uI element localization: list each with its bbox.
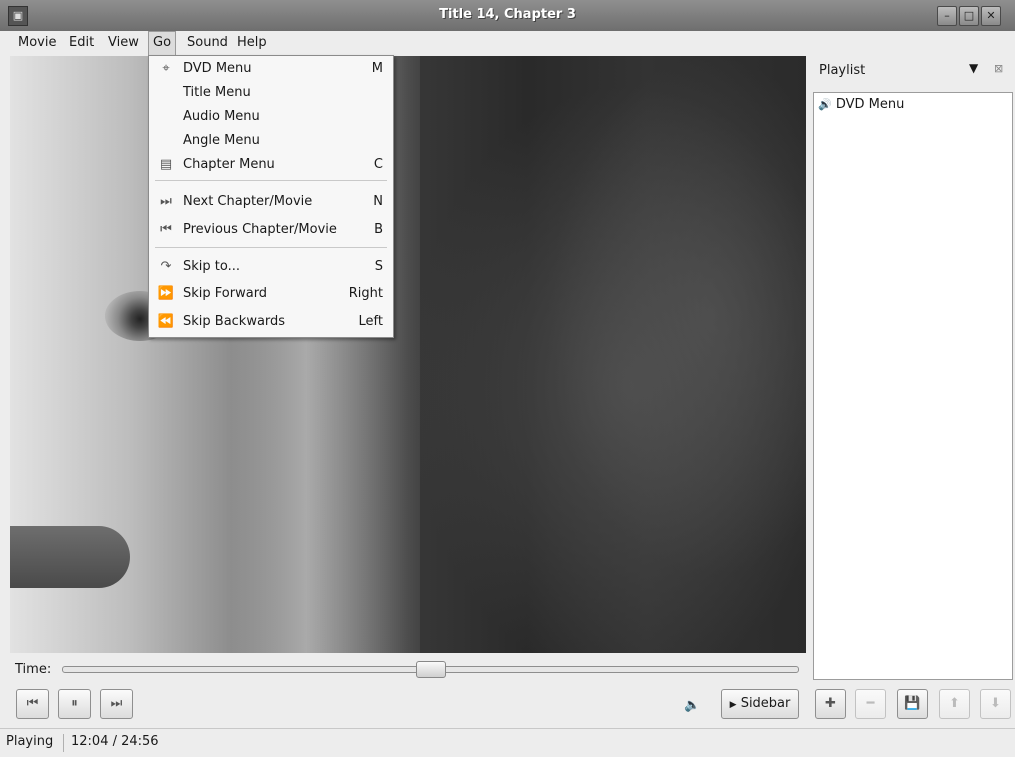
menu-item-label: Skip Forward [183,286,268,301]
menu-item-label: Previous Chapter/Movie [183,222,337,237]
video-frame-lips [10,526,130,588]
pause-button[interactable]: ⏸ [58,689,91,719]
menu-item-label: Skip to... [183,259,240,274]
go-menu-dropdown: ⌖ DVD Menu M Title Menu Audio Menu Angle… [148,55,394,338]
menu-movie[interactable]: Movie [14,31,60,54]
skip-forward-icon: ⏩ [157,286,175,301]
status-bar: Playing 12:04 / 24:56 [0,728,1015,757]
menu-sound[interactable]: Sound [183,31,232,54]
menu-view[interactable]: View [104,31,143,54]
menu-item-audio-menu[interactable]: Audio Menu [149,105,393,129]
sidebar-button-label: Sidebar [740,696,791,711]
minus-icon: ━ [866,696,875,711]
menu-separator [155,180,387,181]
menu-item-skip-backwards[interactable]: ⏪ Skip Backwards Left [149,310,393,334]
triangle-right-icon: ▶ [729,700,737,710]
status-state: Playing [6,734,54,749]
skip-to-icon: ↷ [160,259,172,274]
arrow-up-icon: ⬆ [949,696,960,711]
menu-item-accel: N [373,194,383,209]
menu-item-accel: Left [358,314,383,329]
playlist-item-label: DVD Menu [835,97,905,112]
next-icon: ⏭ [110,696,123,711]
menu-item-chapter-menu[interactable]: ▤ Chapter Menu C [149,153,393,177]
menu-item-dvd-menu[interactable]: ⌖ DVD Menu M [149,57,393,81]
pause-icon: ⏸ [71,696,78,711]
sidebar-dropdown-icon[interactable]: ▼ [969,61,978,75]
sidebar-title: Playlist [819,63,866,78]
menu-item-accel: M [371,61,383,76]
menu-item-accel: Right [348,286,383,301]
previous-chapter-icon: ⏮ [160,222,172,237]
dvd-menu-icon: ⌖ [162,61,170,76]
arrow-down-icon: ⬇ [990,696,1001,711]
maximize-button[interactable]: □ [959,6,979,26]
minimize-button[interactable]: – [937,6,957,26]
save-icon: 💾 [904,696,921,711]
seek-thumb[interactable] [416,661,446,678]
move-down-button[interactable]: ⬇ [980,689,1011,719]
menu-item-label: Next Chapter/Movie [183,194,313,209]
move-up-button[interactable]: ⬆ [939,689,970,719]
previous-icon: ⏮ [26,696,39,711]
skip-backwards-icon: ⏪ [157,314,175,329]
menu-item-label: Angle Menu [183,133,260,148]
menu-item-skip-forward[interactable]: ⏩ Skip Forward Right [149,282,393,306]
window-title: Title 14, Chapter 3 [439,7,576,22]
next-button[interactable]: ⏭ [100,689,133,719]
save-playlist-button[interactable]: 💾 [897,689,928,719]
menu-go[interactable]: Go [148,31,177,55]
plus-icon: ✚ [825,696,836,711]
menu-item-label: Chapter Menu [183,157,275,172]
menu-item-label: Audio Menu [183,109,260,124]
status-divider [63,734,64,752]
previous-button[interactable]: ⏮ [16,689,49,719]
menu-item-accel: C [373,157,383,172]
add-button[interactable]: ✚ [815,689,846,719]
sidebar-header: Playlist ▼ ⊠ [813,56,1013,86]
menu-item-accel: B [374,222,383,237]
menu-item-title-menu[interactable]: Title Menu [149,81,393,105]
status-time: 12:04 / 24:56 [71,734,159,749]
sidebar-close-icon[interactable]: ⊠ [994,62,1003,75]
volume-icon[interactable]: 🔈 [684,698,700,713]
playlist-item[interactable]: 🔊 DVD Menu [818,97,904,112]
chapter-menu-icon: ▤ [159,157,173,172]
menu-item-next-chapter[interactable]: ⏭ Next Chapter/Movie N [149,190,393,214]
menu-item-skip-to[interactable]: ↷ Skip to... S [149,255,393,279]
playlist-panel[interactable]: 🔊 DVD Menu [813,92,1013,680]
title-bar[interactable]: ▣ Title 14, Chapter 3 – □ ✕ [0,0,1015,32]
remove-button[interactable]: ━ [855,689,886,719]
menu-bar: Movie Edit View Go Sound Help [0,31,1015,55]
menu-item-label: DVD Menu [183,61,252,76]
menu-item-accel: S [374,259,383,274]
video-display[interactable] [10,56,806,653]
menu-edit[interactable]: Edit [65,31,98,54]
menu-separator [155,247,387,248]
next-chapter-icon: ⏭ [160,194,172,209]
menu-help[interactable]: Help [233,31,271,54]
menu-item-label: Title Menu [183,85,251,100]
close-button[interactable]: ✕ [981,6,1001,26]
menu-item-previous-chapter[interactable]: ⏮ Previous Chapter/Movie B [149,218,393,242]
sidebar-toggle-button[interactable]: ▶ Sidebar [721,689,799,719]
speaker-icon: 🔊 [818,98,832,111]
menu-item-angle-menu[interactable]: Angle Menu [149,129,393,153]
menu-item-label: Skip Backwards [183,314,286,329]
time-label: Time: [15,662,52,677]
